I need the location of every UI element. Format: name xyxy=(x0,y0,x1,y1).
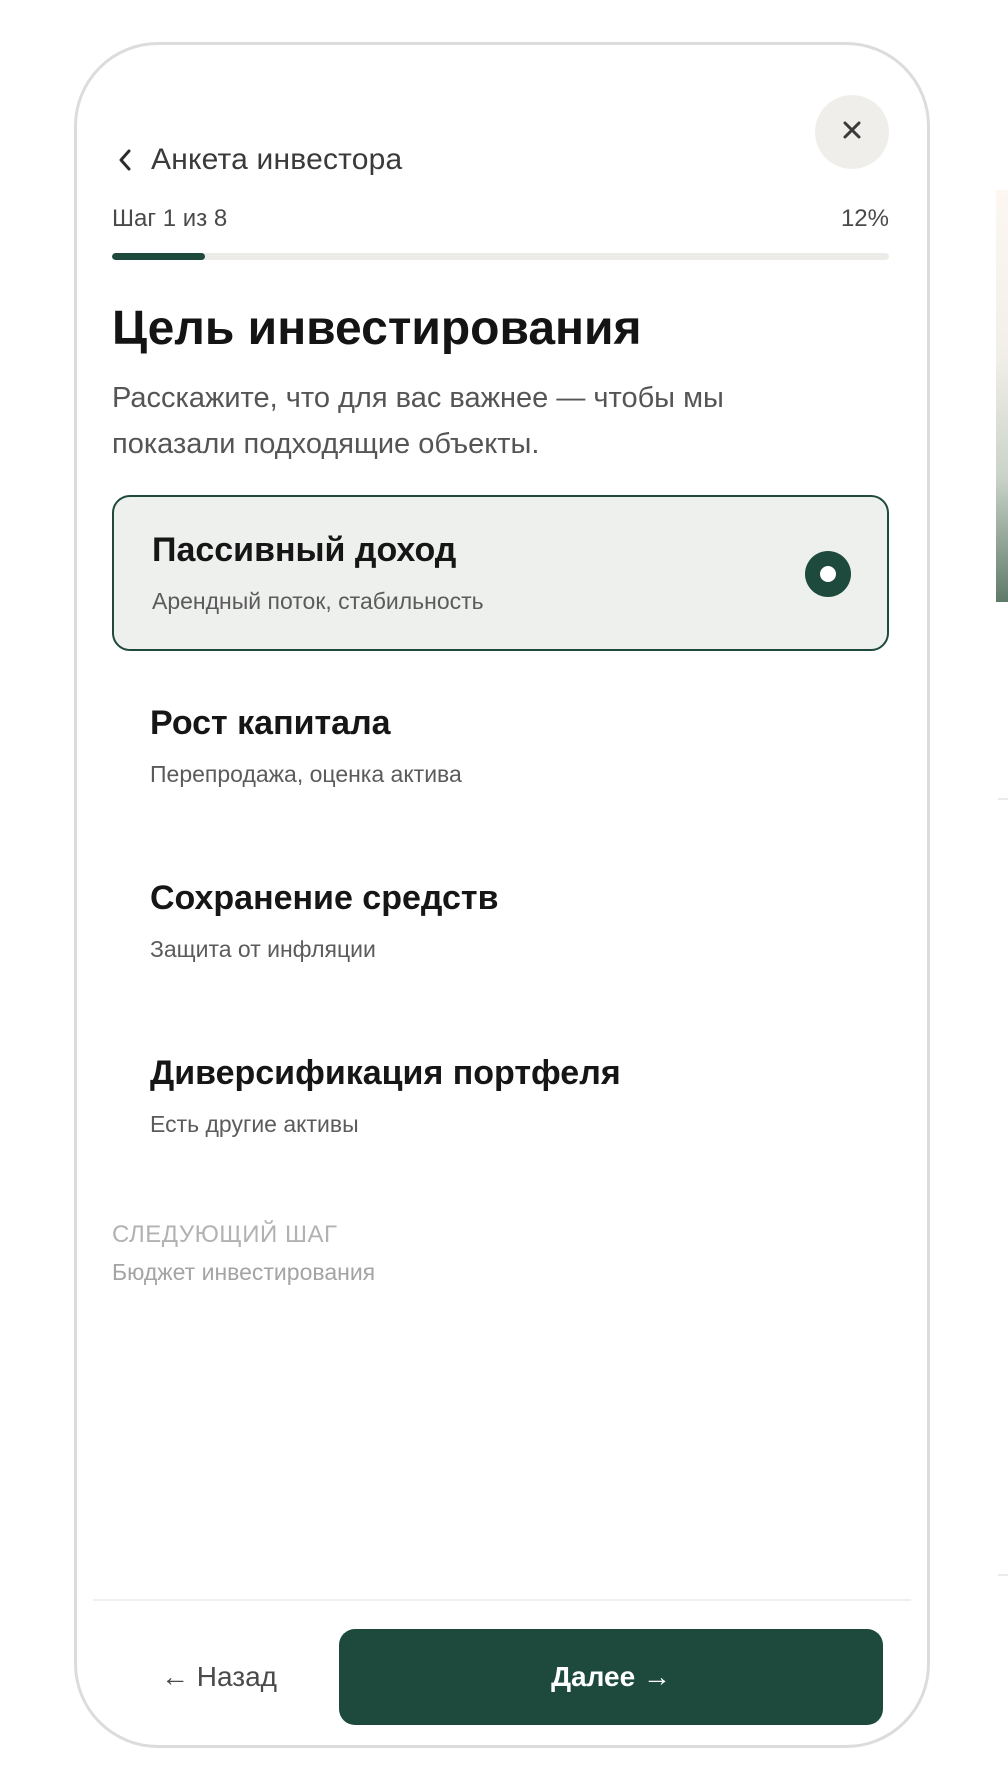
progress-bar-fill xyxy=(112,253,206,260)
questionnaire-modal: Анкета инвестора Шаг 1 из 8 12% Цель инв… xyxy=(74,42,930,1748)
page-title: Цель инвестирования xyxy=(112,302,642,355)
option-description: Перепродажа, оценка актива xyxy=(150,761,462,787)
next-button[interactable]: Далее → xyxy=(339,1629,883,1725)
option-title: Пассивный доход xyxy=(152,531,457,569)
header-back-link[interactable]: Анкета инвестора xyxy=(117,135,402,185)
next-step-preview: СЛЕДУЮЩИЙ ШАГ Бюджет инвестирования xyxy=(112,1221,375,1286)
option-description: Арендный поток, стабильность xyxy=(152,588,484,614)
option-capital-preservation[interactable]: Сохранение средств Защита от инфляции xyxy=(112,845,889,1001)
progress-step-text: Шаг 1 из 8 xyxy=(112,205,228,232)
option-passive-income[interactable]: Пассивный доход Арендный поток, стабильн… xyxy=(112,495,889,651)
background-panel-edge xyxy=(996,190,1008,602)
header-title: Анкета инвестора xyxy=(151,143,403,176)
progress-bar xyxy=(112,253,889,260)
page-subtitle: Расскажите, что для вас важнее — чтобы м… xyxy=(112,382,724,460)
option-title: Диверсификация портфеля xyxy=(150,1054,621,1092)
background-divider xyxy=(998,798,1008,800)
next-step-value: Бюджет инвестирования xyxy=(112,1259,376,1285)
footer-divider xyxy=(93,1599,911,1601)
option-description: Есть другие активы xyxy=(150,1111,359,1137)
option-portfolio-diversification[interactable]: Диверсификация портфеля Есть другие акти… xyxy=(112,1020,889,1176)
option-title: Рост капитала xyxy=(150,704,391,742)
option-description: Защита от инфляции xyxy=(150,936,376,962)
option-capital-growth[interactable]: Рост капитала Перепродажа, оценка актива xyxy=(112,670,889,826)
next-step-label: СЛЕДУЮЩИЙ ШАГ xyxy=(112,1221,338,1248)
background-divider xyxy=(998,1574,1008,1576)
back-button[interactable]: ← Назад xyxy=(129,1629,309,1725)
chevron-left-icon xyxy=(117,143,151,177)
goal-options: Пассивный доход Арендный поток, стабильн… xyxy=(112,495,889,1195)
progress-info: Шаг 1 из 8 12% xyxy=(112,205,889,245)
radio-selected-icon xyxy=(805,551,851,597)
close-icon xyxy=(841,119,863,146)
close-button[interactable] xyxy=(815,95,889,169)
progress-percent-text: 12% xyxy=(840,205,889,232)
modal-header: Анкета инвестора xyxy=(77,45,927,215)
option-title: Сохранение средств xyxy=(150,879,499,917)
